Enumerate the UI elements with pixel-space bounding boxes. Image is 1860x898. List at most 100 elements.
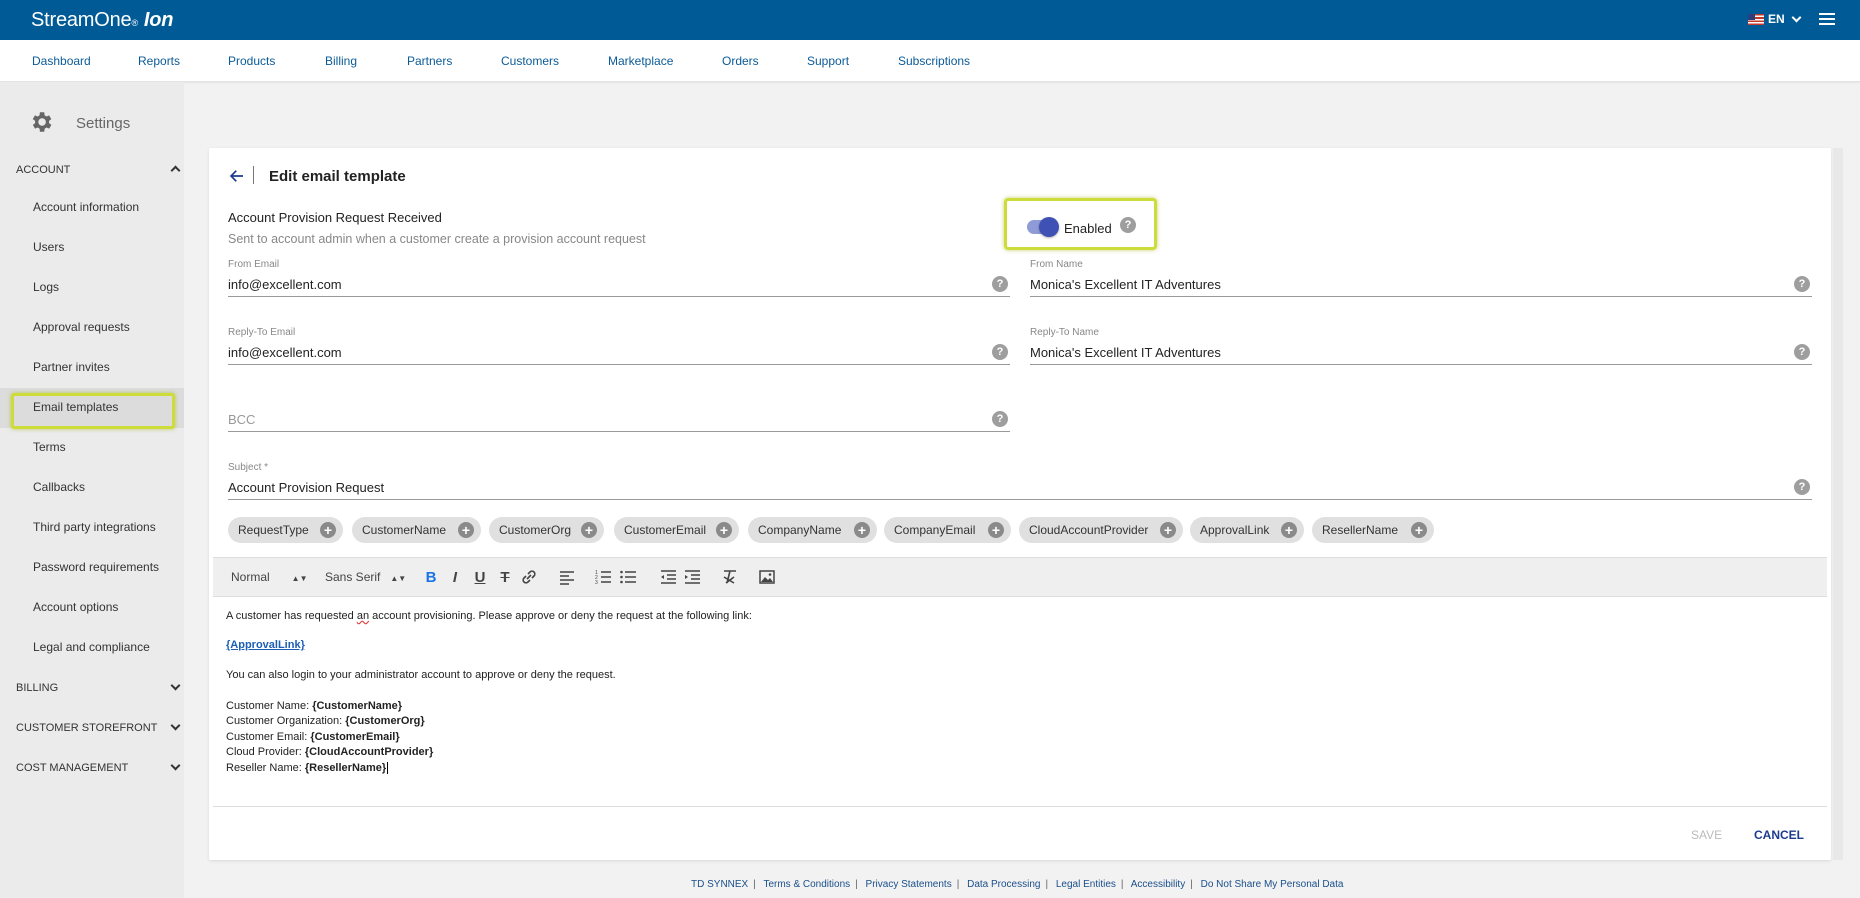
- nav-partners[interactable]: Partners: [407, 54, 452, 68]
- svg-text:3: 3: [595, 580, 598, 586]
- footer-td-synnex[interactable]: TD SYNNEX: [691, 879, 748, 890]
- chip-request-type[interactable]: RequestType +: [228, 517, 343, 543]
- sidebar-item-legal-and-compliance[interactable]: Legal and compliance: [33, 640, 150, 654]
- image-icon[interactable]: [758, 568, 776, 586]
- footer-do-not-share[interactable]: Do Not Share My Personal Data: [1201, 879, 1344, 890]
- help-icon[interactable]: ?: [992, 276, 1008, 292]
- approval-link[interactable]: {ApprovalLink}: [226, 639, 305, 651]
- chip-label: CloudAccountProvider: [1029, 523, 1149, 537]
- nav-orders[interactable]: Orders: [722, 54, 759, 68]
- back-arrow-icon[interactable]: [228, 167, 246, 185]
- chip-customer-email[interactable]: CustomerEmail +: [614, 517, 739, 543]
- nav-reports[interactable]: Reports: [138, 54, 180, 68]
- row-label: Customer Name:: [226, 700, 313, 712]
- from-name-field[interactable]: Monica's Excellent IT Adventures: [1030, 277, 1221, 292]
- link-icon[interactable]: [520, 568, 538, 586]
- sidebar-item-account-information[interactable]: Account information: [33, 200, 139, 214]
- outdent-icon[interactable]: [659, 568, 677, 586]
- chip-label: ResellerName: [1322, 523, 1399, 537]
- editor-toolbar: Normal ▲▼ Sans Serif ▲▼ B I U T 123: [213, 557, 1827, 597]
- nav-support[interactable]: Support: [807, 54, 849, 68]
- nav-dashboard[interactable]: Dashboard: [32, 54, 91, 68]
- chip-customer-name[interactable]: CustomerName +: [352, 517, 481, 543]
- from-email-label: From Email: [228, 259, 280, 270]
- menu-icon[interactable]: [1819, 13, 1835, 27]
- bcc-field[interactable]: BCC: [228, 412, 255, 427]
- reply-email-field[interactable]: info@excellent.com: [228, 345, 342, 360]
- us-flag-icon: [1748, 13, 1764, 25]
- sidebar-item-logs[interactable]: Logs: [33, 280, 59, 294]
- bold-icon[interactable]: B: [422, 568, 440, 586]
- italic-icon[interactable]: I: [446, 568, 464, 586]
- body-row-reseller-name: Reseller Name: {ResellerName}: [226, 762, 392, 774]
- strikethrough-icon[interactable]: T: [496, 568, 514, 586]
- underline-icon[interactable]: U: [471, 568, 489, 586]
- nav-marketplace[interactable]: Marketplace: [608, 54, 673, 68]
- font-select[interactable]: Sans Serif ▲▼: [325, 570, 406, 584]
- brand-logo[interactable]: StreamOne ® Ion: [31, 9, 173, 32]
- nav-billing[interactable]: Billing: [325, 54, 357, 68]
- subject-field[interactable]: Account Provision Request: [228, 480, 384, 495]
- bullet-list-icon[interactable]: [619, 568, 637, 586]
- help-icon[interactable]: ?: [1794, 344, 1810, 360]
- help-icon[interactable]: ?: [992, 411, 1008, 427]
- from-name-underline: [1030, 296, 1812, 297]
- reply-name-field[interactable]: Monica's Excellent IT Adventures: [1030, 345, 1221, 360]
- subject-label: Subject *: [228, 462, 269, 473]
- format-select[interactable]: Normal ▲▼: [231, 570, 308, 584]
- section-cost-management-label: COST MANAGEMENT: [16, 762, 129, 774]
- from-email-field[interactable]: info@excellent.com: [228, 277, 342, 292]
- footer-terms[interactable]: Terms & Conditions: [763, 879, 850, 890]
- footer-privacy[interactable]: Privacy Statements: [866, 879, 952, 890]
- chip-cloud-account-provider[interactable]: CloudAccountProvider +: [1019, 517, 1183, 543]
- help-icon[interactable]: ?: [992, 344, 1008, 360]
- chip-approval-link[interactable]: ApprovalLink +: [1190, 517, 1304, 543]
- sidebar-item-approval-requests[interactable]: Approval requests: [33, 320, 130, 334]
- enabled-toggle[interactable]: [1027, 217, 1059, 237]
- footer-accessibility[interactable]: Accessibility: [1131, 879, 1185, 890]
- section-customer-storefront[interactable]: CUSTOMER STOREFRONT: [16, 718, 184, 738]
- ordered-list-icon[interactable]: 123: [594, 568, 612, 586]
- nav-subscriptions[interactable]: Subscriptions: [898, 54, 970, 68]
- cancel-button[interactable]: CANCEL: [1754, 828, 1804, 842]
- chip-company-email[interactable]: CompanyEmail +: [884, 517, 1011, 543]
- save-button[interactable]: SAVE: [1691, 828, 1722, 842]
- footer-data-processing[interactable]: Data Processing: [967, 879, 1040, 890]
- indent-icon[interactable]: [683, 568, 701, 586]
- chip-reseller-name[interactable]: ResellerName +: [1312, 517, 1434, 543]
- clear-format-icon[interactable]: [721, 568, 739, 586]
- title-divider: [253, 166, 254, 184]
- help-icon[interactable]: ?: [1120, 217, 1136, 233]
- format-value: Normal: [231, 570, 270, 584]
- brand-name: StreamOne: [31, 9, 132, 31]
- row-label: Customer Organization:: [226, 715, 346, 727]
- help-icon[interactable]: ?: [1794, 276, 1810, 292]
- align-left-icon[interactable]: [558, 568, 576, 586]
- add-icon: +: [1160, 522, 1176, 538]
- sidebar-item-partner-invites[interactable]: Partner invites: [33, 360, 110, 374]
- sidebar-item-users[interactable]: Users: [33, 240, 64, 254]
- section-billing[interactable]: BILLING: [16, 678, 184, 698]
- chip-customer-org[interactable]: CustomerOrg +: [489, 517, 604, 543]
- footer-legal-entities[interactable]: Legal Entities: [1056, 879, 1116, 890]
- section-account[interactable]: ACCOUNT: [16, 160, 184, 180]
- settings-sidebar: Settings ACCOUNT Account information Use…: [0, 82, 184, 898]
- section-cost-management[interactable]: COST MANAGEMENT: [16, 758, 184, 778]
- body-row-customer-email: Customer Email: {CustomerEmail}: [226, 731, 400, 743]
- nav-customers[interactable]: Customers: [501, 54, 559, 68]
- language-selector[interactable]: EN: [1748, 12, 1802, 26]
- chip-label: CompanyName: [758, 523, 842, 537]
- chip-company-name[interactable]: CompanyName +: [748, 517, 877, 543]
- nav-products[interactable]: Products: [228, 54, 275, 68]
- sidebar-item-callbacks[interactable]: Callbacks: [33, 480, 85, 494]
- sidebar-item-account-options[interactable]: Account options: [33, 600, 118, 614]
- sidebar-item-password-requirements[interactable]: Password requirements: [33, 560, 159, 574]
- toggle-knob: [1039, 217, 1059, 237]
- page-scrollbar[interactable]: [1833, 148, 1843, 860]
- sidebar-item-terms[interactable]: Terms: [33, 440, 66, 454]
- subject-underline: [228, 499, 1812, 500]
- body-line-link: {ApprovalLink}: [226, 639, 305, 651]
- row-label: Reseller Name:: [226, 762, 305, 774]
- help-icon[interactable]: ?: [1794, 479, 1810, 495]
- sidebar-item-third-party-integrations[interactable]: Third party integrations: [33, 520, 156, 534]
